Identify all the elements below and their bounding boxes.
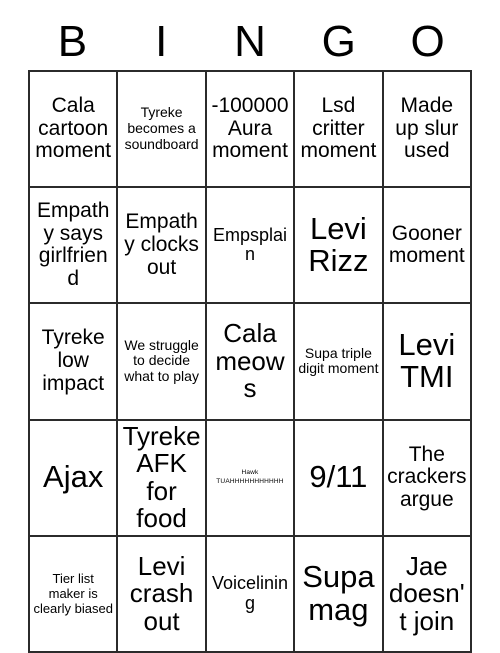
bingo-header-letter-i: I <box>155 17 168 66</box>
bingo-cell-label: Lsd critter moment <box>300 94 377 163</box>
bingo-header-row: B I N G O <box>28 14 472 70</box>
bingo-cell[interactable]: The crackers argue <box>383 420 472 537</box>
bingo-cell-label: Jae doesn't join <box>388 550 465 636</box>
bingo-cell-label: Made up slur used <box>395 94 459 163</box>
bingo-cell[interactable]: Made up slur used <box>383 72 472 189</box>
bingo-cell-label: The crackers argue <box>387 442 467 511</box>
bingo-cell[interactable]: Jae doesn't join <box>383 536 472 653</box>
bingo-cell[interactable]: Lsd critter moment <box>295 72 384 189</box>
bingo-cell-label: -100000 Aura moment <box>211 94 289 163</box>
bingo-cell[interactable]: Voicelining <box>206 536 296 653</box>
bingo-cell-label: Levi Rizz <box>308 210 369 279</box>
bingo-cell-label: Empathy clocks out <box>124 210 199 279</box>
bingo-grid: Cala cartoon moment Tyreke becomes a soun… <box>28 70 472 653</box>
bingo-cell[interactable]: Ajax <box>30 420 119 537</box>
bingo-cell-label: 9/11 <box>309 459 368 495</box>
bingo-cell[interactable]: Supa mag <box>295 536 384 653</box>
bingo-cell[interactable]: Gooner moment <box>383 188 472 305</box>
bingo-cell-label: Tyreke AFK for food <box>122 420 201 534</box>
bingo-header-letter-o: O <box>410 17 445 66</box>
bingo-cell[interactable]: Cala cartoon moment <box>30 72 119 189</box>
bingo-cell-label: Empsplain <box>212 224 287 265</box>
bingo-cell-label: Hawk TUAHHHHHHHHHHH <box>216 468 284 485</box>
bingo-cell-label: Voicelining <box>211 573 289 613</box>
bingo-header-letter-n: N <box>234 17 266 66</box>
bingo-cell[interactable]: Levi crash out <box>118 536 207 653</box>
bingo-cell-label: Empathy says girlfriend <box>37 198 110 290</box>
bingo-cell[interactable]: Hawk TUAHHHHHHHHHHH <box>206 420 296 537</box>
bingo-card: B I N G O Cala cartoon moment Tyreke beco… <box>28 14 472 653</box>
bingo-cell[interactable]: Tyreke AFK for food <box>118 420 207 537</box>
bingo-cell[interactable]: Tier list maker is clearly biased <box>30 536 119 653</box>
bingo-cell[interactable]: Empsplain <box>206 188 296 305</box>
bingo-cell[interactable]: Tyreke low impact <box>30 304 119 421</box>
bingo-cell[interactable]: Levi Rizz <box>295 188 384 305</box>
bingo-cell[interactable]: Tyreke becomes a soundboard <box>118 72 207 189</box>
bingo-cell-label: Cala cartoon moment <box>35 94 112 163</box>
bingo-cell[interactable]: Levi TMI <box>383 304 472 421</box>
bingo-cell[interactable]: Cala meows <box>206 304 296 421</box>
bingo-cell[interactable]: 9/11 <box>295 420 384 537</box>
bingo-cell-label: Levi TMI <box>398 326 456 395</box>
bingo-cell-label: Levi crash out <box>129 550 194 636</box>
bingo-cell-label: Cala meows <box>215 318 285 404</box>
bingo-cell[interactable]: -100000 Aura moment <box>206 72 296 189</box>
bingo-header-letter-b: B <box>57 17 88 66</box>
bingo-cell[interactable]: We struggle to decide what to play <box>118 304 207 421</box>
bingo-cell-label: We struggle to decide what to play <box>124 336 199 385</box>
bingo-cell-label: Supa mag <box>302 559 375 627</box>
bingo-cell-label: Supa triple digit moment <box>298 344 379 377</box>
bingo-cell[interactable]: Empathy says girlfriend <box>30 188 119 305</box>
bingo-cell[interactable]: Empathy clocks out <box>118 188 207 305</box>
bingo-header-letter-g: G <box>321 17 356 66</box>
bingo-cell-label: Ajax <box>43 459 104 495</box>
bingo-cell-label: Tier list maker is clearly biased <box>33 571 113 617</box>
bingo-cell-label: Tyreke becomes a soundboard <box>124 104 199 153</box>
bingo-cell-label: Gooner moment <box>388 221 465 268</box>
bingo-cell-label: Tyreke low impact <box>41 326 105 395</box>
bingo-cell[interactable]: Supa triple digit moment <box>295 304 384 421</box>
